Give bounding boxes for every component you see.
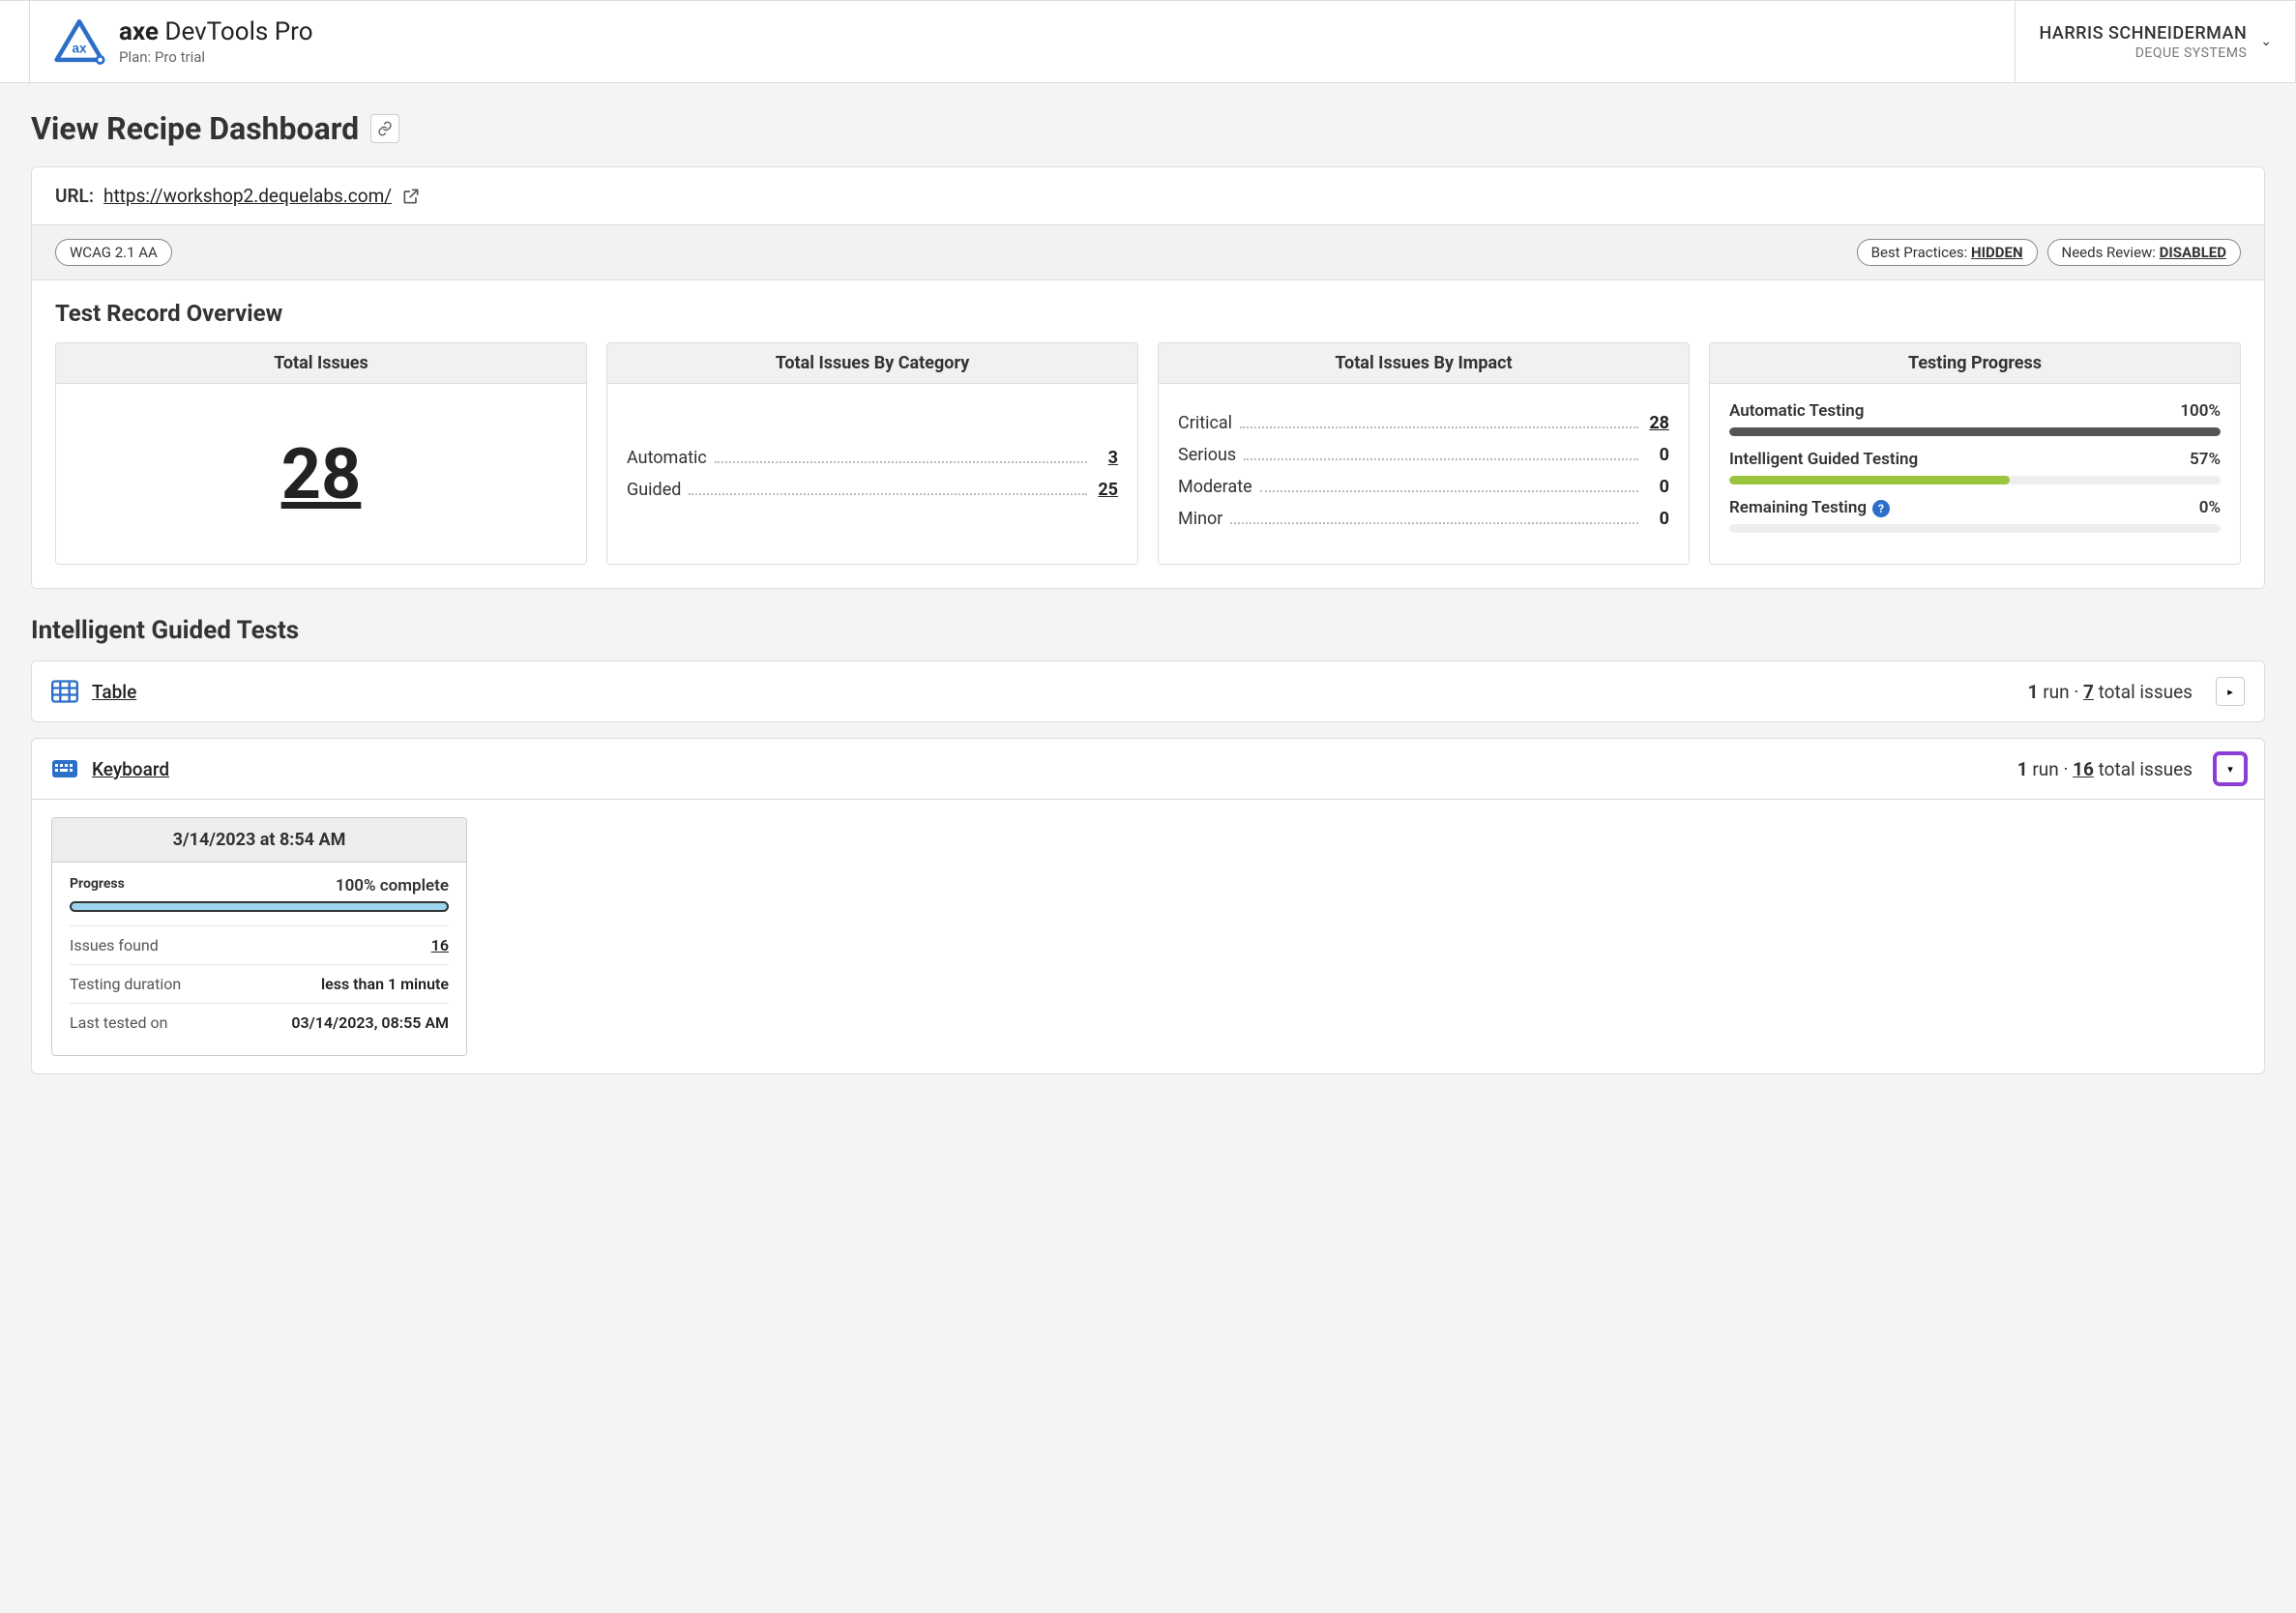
by-impact-label: Total Issues By Impact xyxy=(1159,343,1689,384)
impact-label: Minor xyxy=(1178,509,1222,529)
igt-issue-count[interactable]: 16 xyxy=(2073,758,2094,780)
category-value[interactable]: 25 xyxy=(1095,480,1118,500)
impact-row: Serious 0 xyxy=(1178,445,1669,465)
page-title: View Recipe Dashboard xyxy=(31,110,359,147)
topbar: ax axe DevTools Pro Plan: Pro trial HARR… xyxy=(0,0,2296,83)
user-name: HARRIS SCHNEIDERMAN xyxy=(2039,23,2247,44)
needs-review-pill[interactable]: Needs Review: DISABLED xyxy=(2047,239,2241,266)
progress-block: Intelligent Guided Testing 57% xyxy=(1729,450,2221,484)
progress-label: Testing Progress xyxy=(1710,343,2240,384)
progress-card: Testing Progress Automatic Testing 100% … xyxy=(1709,342,2241,565)
svg-text:ax: ax xyxy=(72,42,87,56)
run-details: 3/14/2023 at 8:54 AM Progress 100% compl… xyxy=(32,799,2264,1073)
progress-bar-track xyxy=(1729,524,2221,533)
impact-row: Moderate 0 xyxy=(1178,477,1669,497)
progress-bar-track xyxy=(1729,476,2221,484)
impact-label: Critical xyxy=(1178,413,1232,433)
run-progress-value: 100% complete xyxy=(336,876,449,895)
progress-bar-pct: 57% xyxy=(2190,450,2221,469)
url-label: URL: xyxy=(55,185,94,207)
impact-value: 0 xyxy=(1646,509,1669,529)
impact-value[interactable]: 28 xyxy=(1646,413,1669,433)
run-detail-line: Issues found 16 xyxy=(70,925,449,964)
link-icon xyxy=(377,121,393,136)
run-line-label: Last tested on xyxy=(70,1013,167,1032)
by-category-card: Total Issues By Category Automatic 3 Guide… xyxy=(606,342,1138,565)
category-label: Guided xyxy=(627,480,681,500)
user-menu[interactable]: HARRIS SCHNEIDERMAN DEQUE SYSTEMS ⌄ xyxy=(2015,1,2296,82)
impact-value: 0 xyxy=(1646,445,1669,465)
axe-logo-icon: ax xyxy=(53,17,105,66)
brand-title: axe DevTools Pro xyxy=(119,17,313,46)
run-card: 3/14/2023 at 8:54 AM Progress 100% compl… xyxy=(51,817,467,1056)
igt-test-name[interactable]: Table xyxy=(92,681,136,703)
igt-title: Intelligent Guided Tests xyxy=(31,616,2265,645)
impact-label: Moderate xyxy=(1178,477,1252,497)
run-line-value: 03/14/2023, 08:55 AM xyxy=(291,1013,449,1032)
best-practices-pill[interactable]: Best Practices: HIDDEN xyxy=(1857,239,2038,266)
igt-test-summary: 1 run · 7 total issues xyxy=(2028,681,2193,703)
igt-test-row: Keyboard 1 run · 16 total issues ▾ 3/14/… xyxy=(31,738,2265,1074)
expand-toggle-button[interactable]: ▾ xyxy=(2216,754,2245,783)
chevron-down-icon: ⌄ xyxy=(2260,34,2272,49)
plan-label: Plan: Pro trial xyxy=(119,48,313,66)
progress-bar-pct: 100% xyxy=(2180,401,2221,421)
help-icon[interactable]: ? xyxy=(1872,500,1890,517)
impact-value: 0 xyxy=(1646,477,1669,497)
progress-bar-label: Intelligent Guided Testing xyxy=(1729,450,1918,469)
url-row: URL: https://workshop2.dequelabs.com/ xyxy=(32,167,2264,224)
run-progress-label: Progress xyxy=(70,876,125,895)
total-issues-value[interactable]: 28 xyxy=(75,433,567,515)
copy-link-button[interactable] xyxy=(370,114,399,143)
run-line-label: Issues found xyxy=(70,936,159,954)
brand-block: ax axe DevTools Pro Plan: Pro trial xyxy=(29,1,2015,82)
total-issues-label: Total Issues xyxy=(56,343,586,384)
run-line-value: less than 1 minute xyxy=(321,975,449,993)
category-label: Automatic xyxy=(627,448,707,468)
expand-toggle-button[interactable]: ▸ xyxy=(2216,677,2245,706)
by-impact-card: Total Issues By Impact Critical 28 Serious… xyxy=(1158,342,1690,565)
run-progress-bar xyxy=(70,901,449,912)
progress-bar-track xyxy=(1729,427,2221,436)
impact-label: Serious xyxy=(1178,445,1236,465)
by-category-label: Total Issues By Category xyxy=(607,343,1137,384)
progress-bar-label: Remaining Testing? xyxy=(1729,498,1890,517)
run-detail-line: Testing duration less than 1 minute xyxy=(70,964,449,1003)
progress-bar-label: Automatic Testing xyxy=(1729,401,1864,421)
igt-issue-count[interactable]: 7 xyxy=(2083,681,2094,703)
external-link-icon[interactable] xyxy=(401,187,421,206)
run-detail-line: Last tested on 03/14/2023, 08:55 AM xyxy=(70,1003,449,1041)
run-line-label: Testing duration xyxy=(70,975,181,993)
overview-title: Test Record Overview xyxy=(32,280,2264,342)
progress-bar-pct: 0% xyxy=(2199,498,2221,517)
progress-bar-fill xyxy=(1729,476,2010,484)
table-icon xyxy=(51,680,78,703)
impact-row: Critical 28 xyxy=(1178,413,1669,433)
category-value[interactable]: 3 xyxy=(1095,448,1118,468)
overview-card: URL: https://workshop2.dequelabs.com/ WC… xyxy=(31,166,2265,589)
progress-bar-fill xyxy=(1729,427,2221,436)
category-row: Automatic 3 xyxy=(627,448,1118,468)
run-line-value[interactable]: 16 xyxy=(431,936,449,954)
progress-block: Automatic Testing 100% xyxy=(1729,401,2221,436)
total-issues-card: Total Issues 28 xyxy=(55,342,587,565)
url-link[interactable]: https://workshop2.dequelabs.com/ xyxy=(103,185,392,207)
category-row: Guided 25 xyxy=(627,480,1118,500)
igt-test-name[interactable]: Keyboard xyxy=(92,758,169,780)
keyboard-icon xyxy=(51,757,78,780)
user-org: DEQUE SYSTEMS xyxy=(2039,45,2247,61)
filters-row: WCAG 2.1 AA Best Practices: HIDDEN Needs… xyxy=(32,224,2264,280)
igt-test-summary: 1 run · 16 total issues xyxy=(2017,758,2193,780)
progress-block: Remaining Testing? 0% xyxy=(1729,498,2221,533)
run-timestamp: 3/14/2023 at 8:54 AM xyxy=(52,818,466,863)
impact-row: Minor 0 xyxy=(1178,509,1669,529)
wcag-pill[interactable]: WCAG 2.1 AA xyxy=(55,239,172,266)
igt-test-row: Table 1 run · 7 total issues ▸ xyxy=(31,660,2265,722)
